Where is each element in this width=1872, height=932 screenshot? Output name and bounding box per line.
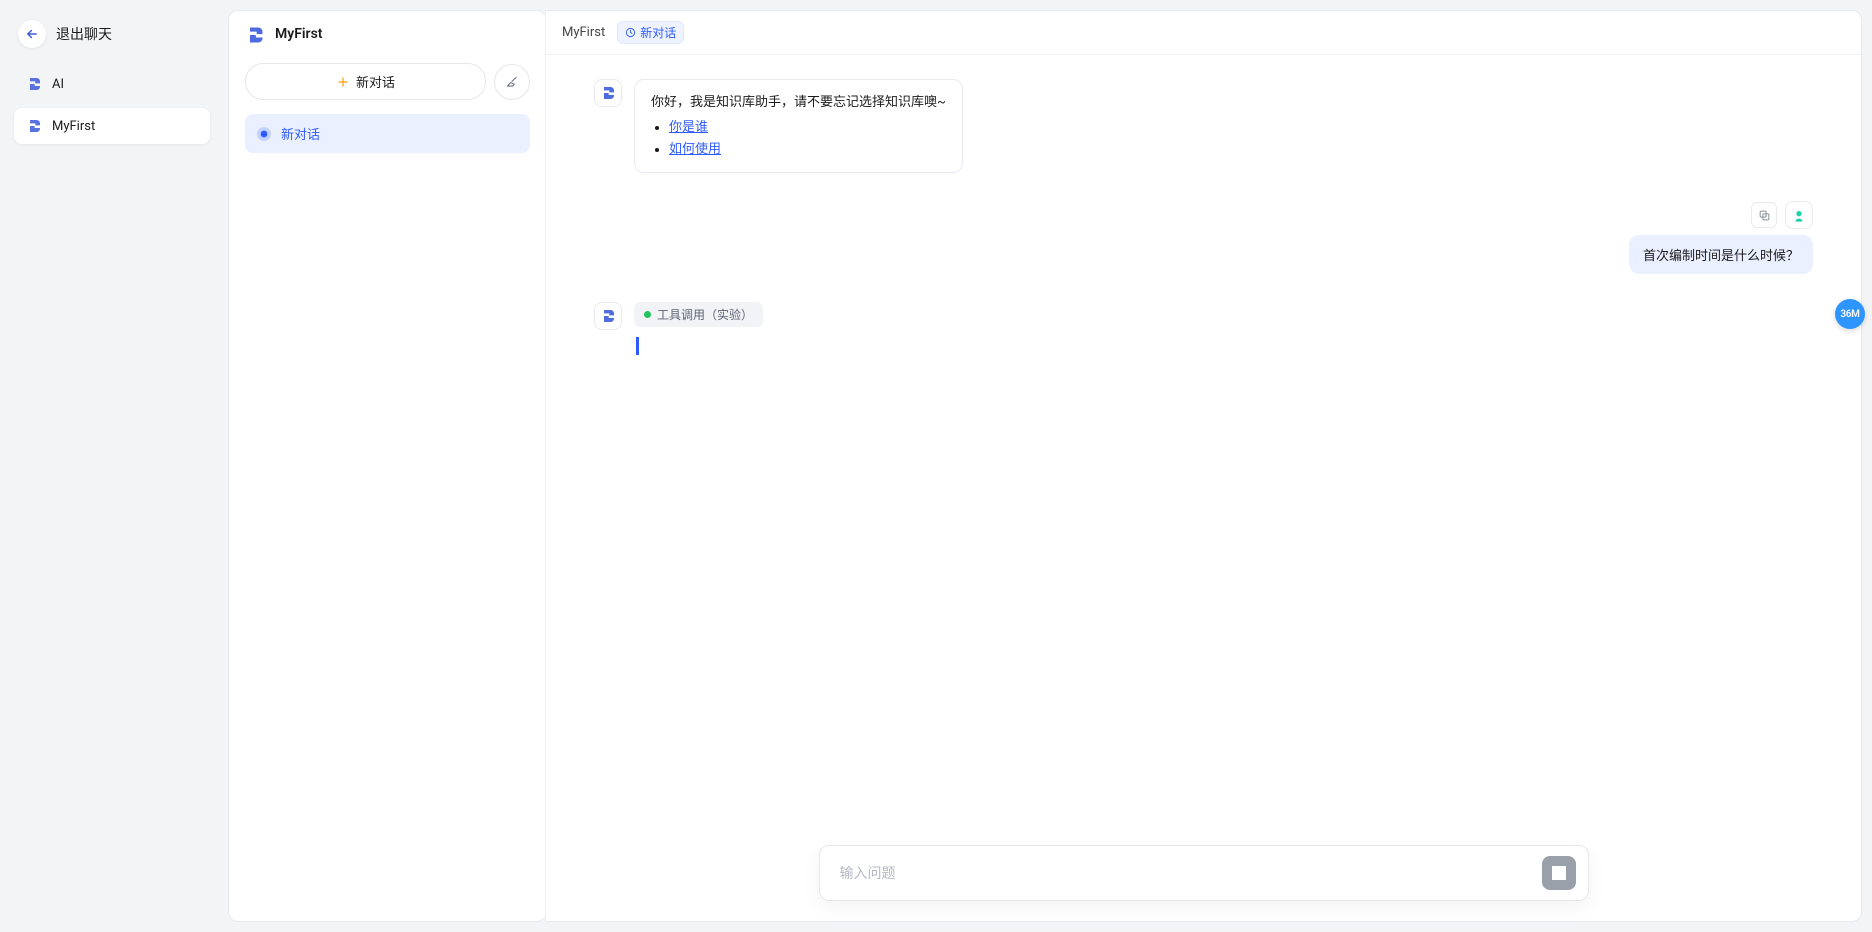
tool-call-badge: 工具调用（实验） <box>634 302 763 327</box>
stop-generation-button[interactable] <box>1542 856 1576 890</box>
status-dot-icon <box>644 311 651 318</box>
welcome-text: 你好，我是知识库助手，请不要忘记选择知识库噢~ <box>651 92 946 113</box>
sidebar: 退出聊天 AI MyFirst <box>0 0 224 932</box>
exit-chat-button[interactable]: 退出聊天 <box>14 14 210 54</box>
chat-header: MyFirst 新对话 <box>546 11 1861 55</box>
broom-icon <box>505 75 519 89</box>
clock-icon <box>625 27 636 38</box>
new-chat-button[interactable]: 新对话 <box>245 63 486 100</box>
exit-chat-label: 退出聊天 <box>56 24 112 44</box>
chat-input-bar <box>819 845 1589 901</box>
user-message-bubble: 首次编制时间是什么时候？ <box>1629 235 1813 274</box>
sidebar-item-label: AI <box>52 77 64 92</box>
app-logo-icon <box>26 118 42 134</box>
assistant-message: 你好，我是知识库助手，请不要忘记选择知识库噢~ 你是谁 如何使用 <box>594 79 1813 173</box>
clear-chats-button[interactable] <box>494 64 530 100</box>
new-chat-label: 新对话 <box>356 72 395 91</box>
conversation-item[interactable]: 新对话 <box>245 114 530 153</box>
assistant-avatar <box>594 302 622 330</box>
app-logo-icon <box>245 25 263 43</box>
assistant-streaming-message: 工具调用（实验） <box>594 302 1813 359</box>
plus-chat-icon <box>336 75 350 89</box>
chat-header-title: MyFirst <box>562 25 605 40</box>
badge-label: 新对话 <box>640 24 676 41</box>
app-logo-icon <box>26 76 42 92</box>
sidebar-item-myfirst[interactable]: MyFirst <box>14 108 210 144</box>
new-chat-badge[interactable]: 新对话 <box>617 21 684 44</box>
assistant-avatar <box>594 79 622 107</box>
assistant-message-card: 你好，我是知识库助手，请不要忘记选择知识库噢~ 你是谁 如何使用 <box>634 79 963 173</box>
user-message: 首次编制时间是什么时候？ <box>594 201 1813 274</box>
tool-call-label: 工具调用（实验） <box>657 306 753 323</box>
user-avatar <box>1785 201 1813 229</box>
chat-input[interactable] <box>840 865 1532 881</box>
stop-icon <box>1552 866 1566 880</box>
suggested-link[interactable]: 如何使用 <box>669 142 721 157</box>
chat-bubble-icon <box>257 127 271 141</box>
conversation-panel: MyFirst 新对话 <box>228 10 546 922</box>
back-arrow-icon <box>18 20 46 48</box>
sidebar-item-ai[interactable]: AI <box>14 66 210 102</box>
chat-area: MyFirst 新对话 你好，我是知识库助手，请不要忘记选择知识库噢~ <box>545 10 1862 922</box>
chat-body: 你好，我是知识库助手，请不要忘记选择知识库噢~ 你是谁 如何使用 <box>546 55 1861 921</box>
suggested-link[interactable]: 你是谁 <box>669 120 708 135</box>
sidebar-item-label: MyFirst <box>52 119 95 134</box>
conversation-title: MyFirst <box>275 26 322 42</box>
copy-button[interactable] <box>1751 202 1777 228</box>
conversation-item-label: 新对话 <box>281 124 320 143</box>
memory-badge[interactable]: 36M <box>1835 299 1865 329</box>
typing-caret-icon <box>636 337 639 355</box>
